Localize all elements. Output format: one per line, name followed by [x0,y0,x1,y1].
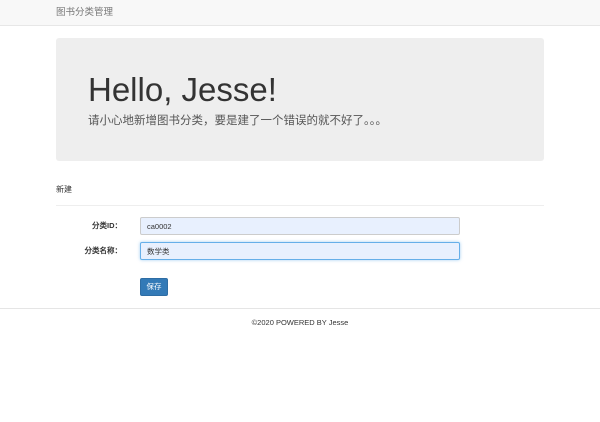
footer-copyright: ©2020 POWERED BY Jesse [251,318,349,327]
navbar-brand-link[interactable]: 图书分类管理 [56,7,113,19]
greeting-lead-text: 请小心地新增图书分类，要是建了一个错误的就不好了。。。 [88,115,387,127]
footer-divider [0,308,600,309]
save-button[interactable]: 保存 [140,278,168,296]
greeting-heading: Hello, Jesse! [88,71,277,108]
category-name-input[interactable] [140,242,460,260]
category-id-label: 分类ID： [92,221,122,230]
category-id-input[interactable] [140,217,460,235]
top-navbar: 图书分类管理 [0,0,600,26]
category-name-label: 分类名称： [84,246,123,255]
jumbotron-banner: Hello, Jesse! 请小心地新增图书分类，要是建了一个错误的就不好了。。… [56,38,544,161]
section-divider [56,205,544,206]
form-section-title: 新建 [56,185,72,194]
